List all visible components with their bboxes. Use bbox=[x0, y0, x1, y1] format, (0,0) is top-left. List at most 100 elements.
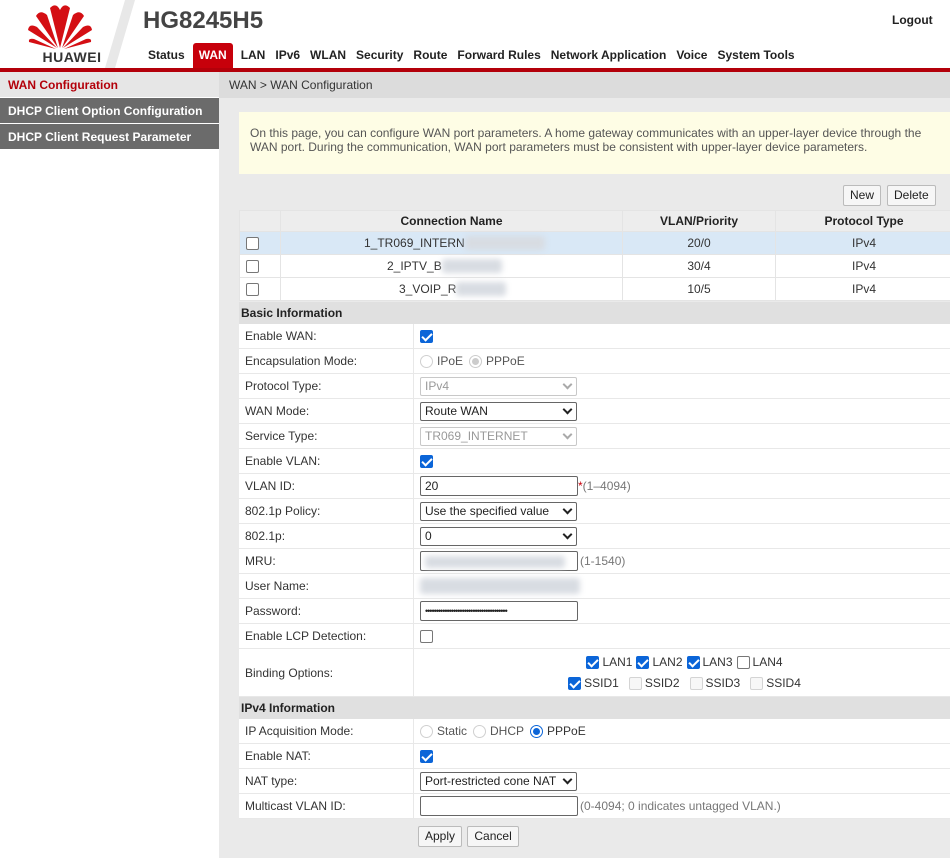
delete-button[interactable]: Delete bbox=[887, 185, 936, 206]
mru-input[interactable] bbox=[420, 551, 578, 571]
multicast-vlan-input[interactable] bbox=[420, 796, 578, 816]
nav-wan[interactable]: WAN bbox=[192, 43, 233, 68]
binding-ssid-group: SSID1 SSID2 SSID3 SSID4 bbox=[568, 676, 805, 690]
breadcrumb: WAN > WAN Configuration bbox=[219, 72, 950, 98]
form-actions: Apply Cancel bbox=[418, 826, 521, 847]
lan1-checkbox[interactable] bbox=[586, 655, 600, 669]
redacted-text bbox=[441, 259, 502, 274]
username-redacted[interactable] bbox=[420, 578, 580, 594]
sidebar-item-wan-configuration[interactable]: WAN Configuration bbox=[0, 72, 219, 98]
main-content: WAN > WAN Configuration On this page, yo… bbox=[219, 72, 950, 858]
encapsulation-row: Encapsulation Mode: IPoE PPPoE bbox=[239, 349, 950, 374]
header: HUAWEI HG8245H5 Logout Status WAN LAN IP… bbox=[0, 0, 950, 72]
cancel-button[interactable]: Cancel bbox=[467, 826, 519, 847]
service-type-label: Service Type: bbox=[239, 424, 414, 448]
static-radio[interactable] bbox=[420, 724, 433, 738]
chevron-down-icon bbox=[562, 379, 573, 389]
priority-select[interactable]: 0 bbox=[420, 526, 577, 546]
info-box: On this page, you can configure WAN port… bbox=[239, 112, 950, 174]
redacted-text bbox=[464, 236, 545, 251]
ssid2-checkbox[interactable] bbox=[628, 676, 642, 690]
protocol-type-value: IPv4 bbox=[425, 378, 450, 393]
multicast-hint: (0-4094; 0 indicates untagged VLAN.) bbox=[580, 799, 781, 813]
table-row[interactable]: 3_VOIP_R 10/5 IPv4 bbox=[239, 277, 950, 301]
connection-name: 3_VOIP_R bbox=[399, 281, 457, 296]
nat-label: Enable NAT: bbox=[239, 744, 414, 768]
pppoe-radio[interactable] bbox=[469, 354, 483, 368]
chevron-down-icon bbox=[562, 529, 573, 539]
nav-route[interactable]: Route bbox=[408, 43, 452, 68]
nav-security[interactable]: Security bbox=[351, 43, 408, 68]
policy-value: Use the specified value bbox=[425, 503, 550, 518]
chevron-down-icon bbox=[562, 429, 573, 439]
vlan-id-input[interactable]: 20 bbox=[420, 476, 578, 496]
ssid1-checkbox[interactable] bbox=[568, 676, 582, 690]
new-button[interactable]: New bbox=[843, 185, 882, 206]
lan4-checkbox[interactable] bbox=[736, 655, 750, 669]
lcp-checkbox[interactable] bbox=[420, 629, 433, 643]
priority-label: 802.1p: bbox=[239, 524, 414, 548]
multicast-row: Multicast VLAN ID: (0-4094; 0 indicates … bbox=[239, 794, 950, 819]
connection-table: Connection Name VLAN/Priority Protocol T… bbox=[239, 210, 950, 301]
nat-checkbox[interactable] bbox=[420, 749, 433, 763]
wan-mode-row: WAN Mode: Route WAN bbox=[239, 399, 950, 424]
policy-label: 802.1p Policy: bbox=[239, 499, 414, 523]
chevron-down-icon bbox=[562, 504, 573, 514]
priority-row: 802.1p: 0 bbox=[239, 524, 950, 549]
table-row[interactable]: 1_TR069_INTERN 20/0 IPv4 bbox=[239, 231, 950, 255]
username-label: User Name: bbox=[239, 574, 414, 598]
row-checkbox[interactable] bbox=[246, 237, 259, 251]
vlan-id-hint: (1–4094) bbox=[582, 479, 631, 493]
column-header-vlan-priority: VLAN/Priority bbox=[622, 210, 776, 232]
nav-ipv6[interactable]: IPv6 bbox=[270, 43, 305, 68]
protocol-type-select[interactable]: IPv4 bbox=[420, 376, 577, 396]
nav-lan[interactable]: LAN bbox=[236, 43, 271, 68]
apply-button[interactable]: Apply bbox=[418, 826, 463, 847]
table-row[interactable]: 2_IPTV_B 30/4 IPv4 bbox=[239, 254, 950, 278]
logout-link[interactable]: Logout bbox=[892, 13, 933, 27]
sidebar: WAN Configuration DHCP Client Option Con… bbox=[0, 72, 219, 858]
nav-voice[interactable]: Voice bbox=[671, 43, 712, 68]
service-type-select[interactable]: TR069_INTERNET bbox=[420, 426, 577, 446]
nat-type-select[interactable]: Port-restricted cone NAT bbox=[420, 771, 577, 791]
wan-config-form: Basic Information Enable WAN: Encapsulat… bbox=[239, 302, 950, 819]
password-label: Password: bbox=[239, 599, 414, 623]
pppoe-label: PPPoE bbox=[486, 354, 525, 368]
lan3-checkbox[interactable] bbox=[686, 655, 700, 669]
binding-row: Binding Options: LAN1 LAN2 LAN3 LAN4 SSI… bbox=[239, 649, 950, 697]
nav-network-application[interactable]: Network Application bbox=[546, 43, 672, 68]
ssid4-label: SSID4 bbox=[766, 676, 801, 690]
service-type-value: TR069_INTERNET bbox=[425, 428, 528, 443]
column-header-protocol-type: Protocol Type bbox=[775, 210, 950, 232]
ipoe-radio[interactable] bbox=[420, 354, 433, 368]
sidebar-item-dhcp-client-option[interactable]: DHCP Client Option Configuration bbox=[0, 98, 219, 124]
chevron-down-icon bbox=[562, 774, 573, 784]
nav-forward-rules[interactable]: Forward Rules bbox=[452, 43, 545, 68]
sidebar-item-dhcp-client-request[interactable]: DHCP Client Request Parameter bbox=[0, 124, 219, 150]
vlan-id-row: VLAN ID: 20 * (1–4094) bbox=[239, 474, 950, 499]
lan1-label: LAN1 bbox=[602, 655, 633, 669]
row-checkbox[interactable] bbox=[246, 283, 259, 297]
nav-system-tools[interactable]: System Tools bbox=[712, 43, 799, 68]
row-checkbox[interactable] bbox=[246, 260, 259, 274]
header-divider bbox=[105, 0, 135, 68]
policy-select[interactable]: Use the specified value bbox=[420, 501, 577, 521]
password-input[interactable]: •••••••••••••••••••••••••••••••••••••• bbox=[420, 601, 578, 621]
wan-mode-select[interactable]: Route WAN bbox=[420, 401, 577, 421]
protocol-type: IPv4 bbox=[775, 277, 950, 301]
ssid4-checkbox[interactable] bbox=[750, 676, 764, 690]
vlan-id-label: VLAN ID: bbox=[239, 474, 414, 498]
pppoe-mode-radio[interactable] bbox=[530, 724, 544, 738]
huawei-logo: HUAWEI bbox=[20, 2, 101, 66]
lan2-checkbox[interactable] bbox=[636, 655, 650, 669]
enable-vlan-checkbox[interactable] bbox=[420, 454, 433, 468]
enable-wan-checkbox[interactable] bbox=[420, 329, 433, 343]
nav-wlan[interactable]: WLAN bbox=[305, 43, 351, 68]
dhcp-radio[interactable] bbox=[473, 724, 487, 738]
password-row: Password: ••••••••••••••••••••••••••••••… bbox=[239, 599, 950, 624]
nav-status[interactable]: Status bbox=[143, 43, 190, 68]
basic-information-title: Basic Information bbox=[239, 302, 950, 324]
ssid3-checkbox[interactable] bbox=[689, 676, 703, 690]
protocol-type-row: Protocol Type: IPv4 bbox=[239, 374, 950, 399]
wan-mode-value: Route WAN bbox=[425, 403, 488, 418]
